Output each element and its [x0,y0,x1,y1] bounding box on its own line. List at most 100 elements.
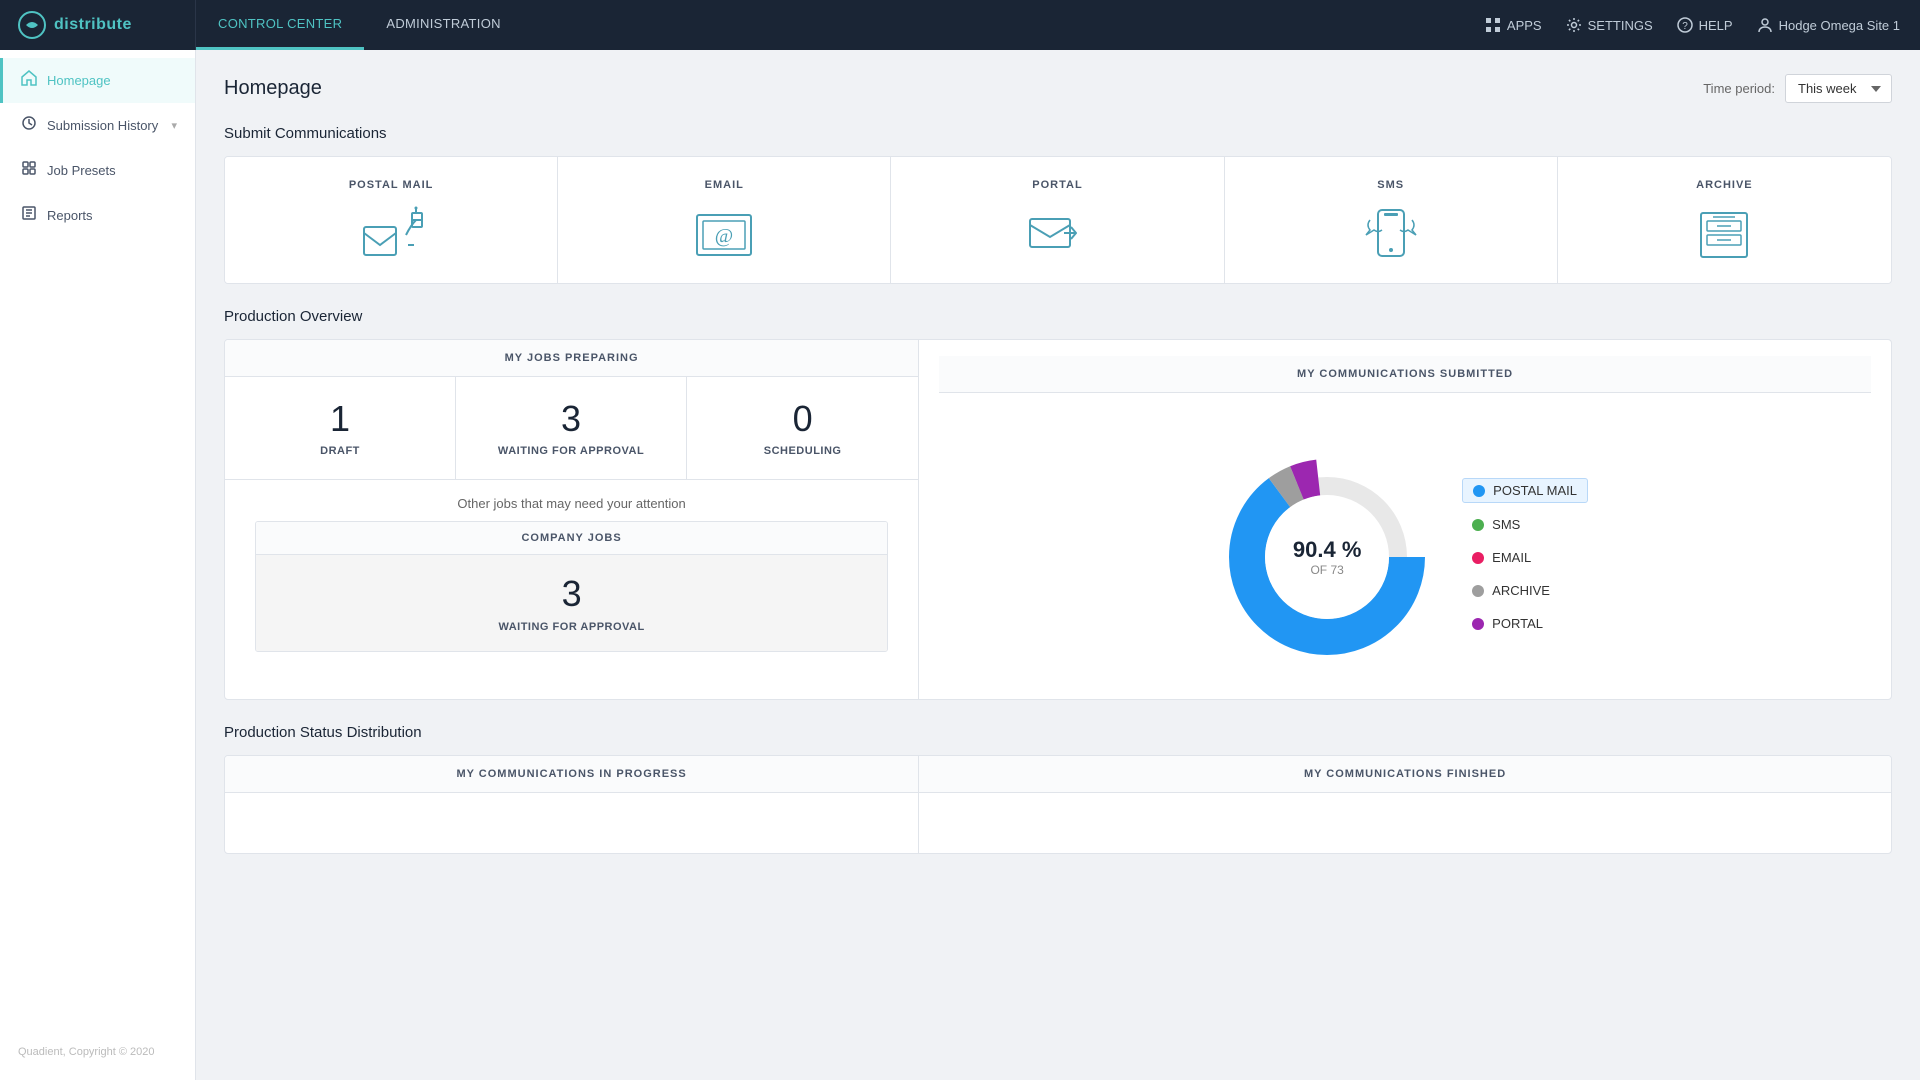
scheduling-label: SCHEDULING [697,445,908,457]
jobs-cell-waiting: 3 WAITING FOR APPROVAL [456,377,687,479]
settings-label: SETTINGS [1588,18,1653,33]
apps-label: APPS [1507,18,1542,33]
company-jobs-label: WAITING FOR APPROVAL [266,621,877,633]
comm-card-email[interactable]: EMAIL @ [558,157,891,283]
prod-right-panel: MY COMMUNICATIONS SUBMITTED .donut-ring … [919,340,1891,699]
svg-text:@: @ [715,225,733,247]
logo-icon [18,11,46,39]
company-jobs-body: 3 WAITING FOR APPROVAL [256,555,887,651]
in-progress-header: MY COMMUNICATIONS IN PROGRESS [225,756,918,793]
user-menu[interactable]: Hodge Omega Site 1 [1757,17,1900,33]
finished-header: MY COMMUNICATIONS FINISHED [919,756,1891,793]
status-panel-in-progress: MY COMMUNICATIONS IN PROGRESS [225,756,919,853]
portal-label: PORTAL [1032,179,1082,191]
finished-body [919,793,1891,853]
legend-item-portal[interactable]: PORTAL [1462,612,1588,635]
company-jobs-box: COMPANY JOBS 3 WAITING FOR APPROVAL [255,521,888,652]
main-content: Homepage Time period: This week Last wee… [196,50,1920,1080]
chevron-down-icon: ▾ [171,119,177,132]
donut-of-label: OF 73 [1293,563,1362,577]
sidebar-item-job-presets[interactable]: Job Presets [0,148,195,193]
comm-card-sms[interactable]: SMS [1225,157,1558,283]
settings-button[interactable]: SETTINGS [1566,17,1653,33]
page-title: Homepage [224,77,322,100]
legend-item-email[interactable]: EMAIL [1462,546,1588,569]
sidebar-item-homepage-label: Homepage [47,73,111,88]
apps-button[interactable]: APPS [1485,17,1542,33]
sidebar-item-reports-label: Reports [47,208,93,223]
logo-area[interactable]: distribute [0,0,196,50]
gear-icon [1566,17,1582,33]
nav-tab-administration[interactable]: ADMINISTRATION [364,0,522,50]
production-status-title: Production Status Distribution [224,724,1892,741]
submit-communications-title: Submit Communications [224,125,1892,142]
sms-label: SMS [1377,179,1404,191]
user-icon [1757,17,1773,33]
sidebar-item-submission-history[interactable]: Submission History ▾ [0,103,195,148]
legend-sms-label: SMS [1492,517,1520,532]
grid-icon [1485,17,1501,33]
legend-item-sms[interactable]: SMS [1462,513,1588,536]
logo-text: distribute [54,16,132,34]
email-icon: @ [689,205,759,265]
nav-tabs: CONTROL CENTER ADMINISTRATION [196,0,523,50]
legend-item-postal-mail[interactable]: POSTAL MAIL [1462,478,1588,503]
company-jobs-number: 3 [266,573,877,615]
presets-icon [21,160,37,181]
prod-left-panel: MY JOBS PREPARING 1 DRAFT 3 WAITING FOR … [225,340,919,699]
reports-icon [21,205,37,226]
production-overview-grid: MY JOBS PREPARING 1 DRAFT 3 WAITING FOR … [224,339,1892,700]
help-label: HELP [1699,18,1733,33]
chart-legend: POSTAL MAIL SMS EMAIL ARCHIVE [1462,478,1588,635]
archive-icon [1689,205,1759,265]
jobs-cell-scheduling: 0 SCHEDULING [687,377,918,479]
sms-dot [1472,519,1484,531]
history-icon [21,115,37,136]
comm-card-portal[interactable]: PORTAL [891,157,1224,283]
attention-text: Other jobs that may need your attention [225,480,918,521]
waiting-label: WAITING FOR APPROVAL [466,445,676,457]
legend-postal-mail-label: POSTAL MAIL [1493,483,1577,498]
comm-card-archive[interactable]: ARCHIVE [1558,157,1891,283]
portal-icon [1022,205,1092,265]
nav-tab-control-center[interactable]: CONTROL CENTER [196,0,364,50]
help-button[interactable]: ? HELP [1677,17,1733,33]
in-progress-body [225,793,918,853]
portal-dot [1472,618,1484,630]
legend-email-label: EMAIL [1492,550,1531,565]
sidebar-item-reports[interactable]: Reports [0,193,195,238]
legend-item-archive[interactable]: ARCHIVE [1462,579,1588,602]
postal-mail-dot [1473,485,1485,497]
topbar-right: APPS SETTINGS ? HELP Hodge Omega Site 1 [1485,17,1920,33]
postal-mail-label: POSTAL MAIL [349,179,434,191]
page-header: Homepage Time period: This week Last wee… [224,74,1892,103]
archive-dot [1472,585,1484,597]
postal-mail-icon [356,205,426,265]
sidebar-item-homepage[interactable]: Homepage [0,58,195,103]
time-period-area: Time period: This week Last week This mo… [1703,74,1892,103]
production-status-grid: MY COMMUNICATIONS IN PROGRESS MY COMMUNI… [224,755,1892,854]
draft-number: 1 [235,399,445,439]
comm-card-postal-mail[interactable]: POSTAL MAIL [225,157,558,283]
company-jobs-header: COMPANY JOBS [256,522,887,555]
submit-communications-grid: POSTAL MAIL EMAIL [224,156,1892,284]
jobs-preparing-header: MY JOBS PREPARING [225,340,918,377]
home-icon [21,70,37,91]
help-icon: ? [1677,17,1693,33]
scheduling-number: 0 [697,399,908,439]
donut-center: 90.4 % OF 73 [1293,537,1362,577]
donut-area: .donut-ring { fill: transparent; } [939,393,1871,700]
donut-chart: .donut-ring { fill: transparent; } [1222,452,1432,662]
status-panel-finished: MY COMMUNICATIONS FINISHED [919,756,1891,853]
donut-percentage: 90.4 % [1293,537,1362,563]
time-period-select[interactable]: This week Last week This month Last mont… [1785,74,1892,103]
legend-archive-label: ARCHIVE [1492,583,1550,598]
email-label: EMAIL [705,179,744,191]
archive-label: ARCHIVE [1696,179,1753,191]
sidebar-item-submission-history-label: Submission History [47,118,158,133]
email-dot [1472,552,1484,564]
draft-label: DRAFT [235,445,445,457]
sidebar-footer: Quadient, Copyright © 2020 [0,1036,195,1068]
comm-submitted-header: MY COMMUNICATIONS SUBMITTED [939,356,1871,393]
sms-icon [1356,205,1426,265]
